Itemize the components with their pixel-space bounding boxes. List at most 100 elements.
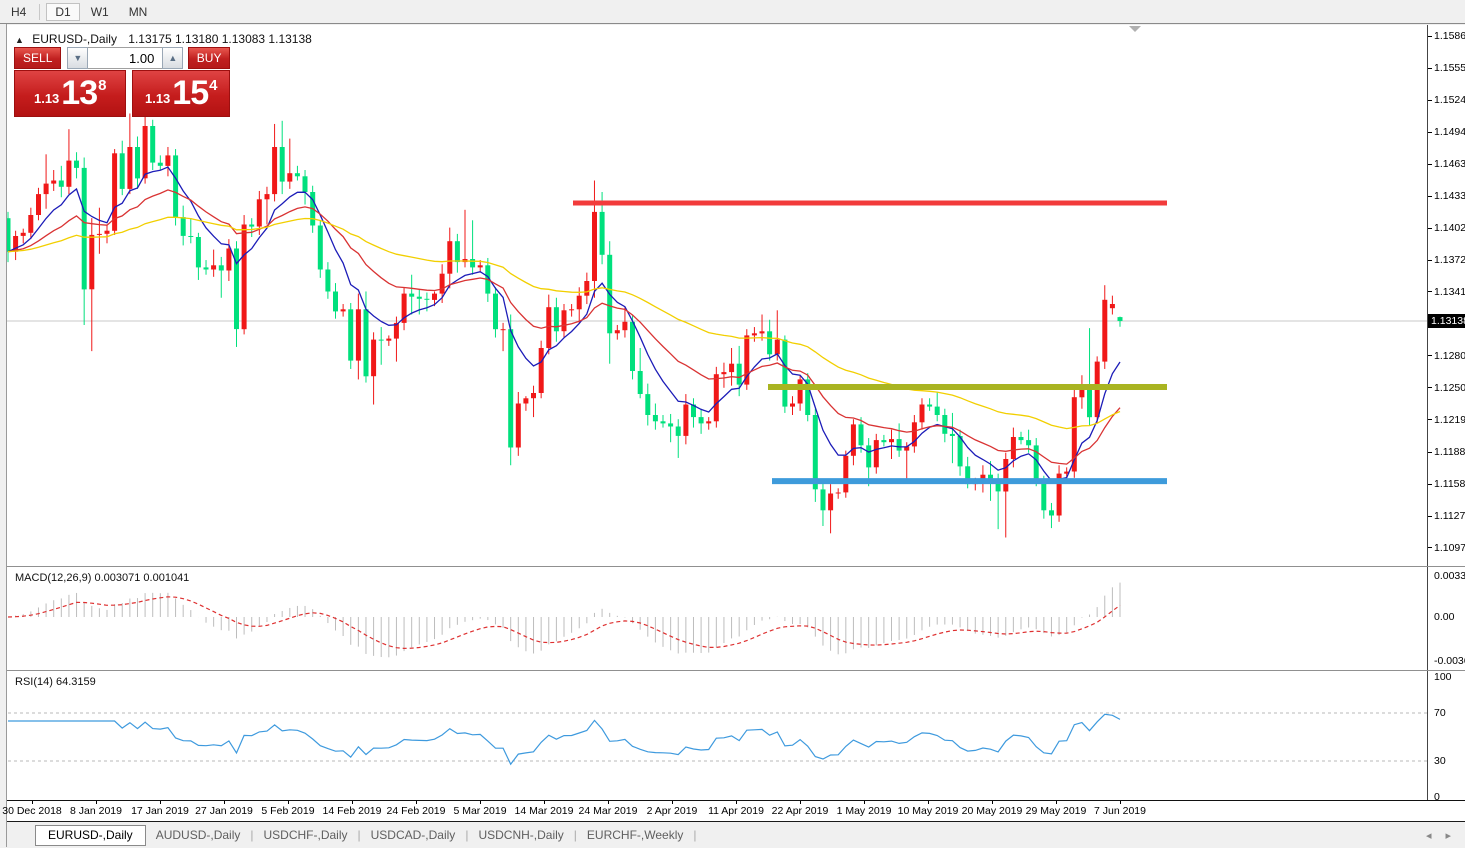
macd-indicator-pane[interactable]: MACD(12,26,9) 0.003071 0.001041 0.003392… [7,567,1465,671]
chart-shift-marker-icon [1129,26,1141,32]
date-axis-tick [864,801,865,804]
date-axis-label: 17 Jan 2019 [131,805,189,817]
date-axis-label: 14 Mar 2019 [515,805,574,817]
date-axis-label: 27 Jan 2019 [195,805,253,817]
chart-tab[interactable]: USDCAD-,Daily [361,828,466,842]
timeframe-button-d1[interactable]: D1 [46,3,79,21]
tab-separator: | [693,828,696,842]
price-axis-tick [1428,419,1432,420]
rsi-axis-label: 70 [1434,707,1446,719]
price-axis-tick [1428,68,1432,69]
sell-price-pips: 13 [61,74,97,113]
price-axis-tick [1428,484,1432,485]
price-axis-tick [1428,132,1432,133]
date-axis-label: 7 Jun 2019 [1094,805,1146,817]
price-axis-tick [1428,452,1432,453]
rsi-axis: 10070300 [1428,671,1465,800]
timeframe-button-h4[interactable]: H4 [2,3,35,21]
timeframe-button-w1[interactable]: W1 [82,3,118,21]
date-axis-label: 24 Mar 2019 [579,805,638,817]
date-axis[interactable]: 30 Dec 20188 Jan 201917 Jan 201927 Jan 2… [7,800,1465,822]
chart-tab[interactable]: USDCHF-,Daily [254,828,358,842]
chart-window: ▲ EURUSD-,Daily 1.13175 1.13180 1.13083 … [7,25,1465,847]
tab-scroll-left-icon[interactable]: ◂ [1426,829,1432,842]
date-axis-tick [480,801,481,804]
date-axis-label: 24 Feb 2019 [387,805,446,817]
chart-tab[interactable]: USDCNH-,Daily [468,828,573,842]
rsi-indicator-pane[interactable]: RSI(14) 64.3159 10070300 [7,671,1465,800]
macd-axis-label: 0.00 [1434,611,1454,623]
date-axis-tick [672,801,673,804]
price-axis-label: 1.11275 [1434,510,1465,522]
rsi-axis-label: 100 [1434,671,1452,683]
price-axis-label: 1.12195 [1434,414,1465,426]
price-chart-pane[interactable]: ▲ EURUSD-,Daily 1.13175 1.13180 1.13083 … [7,25,1465,567]
chart-tab[interactable]: AUDUSD-,Daily [146,828,251,842]
date-axis-tick [608,801,609,804]
price-axis[interactable]: 1.13138 1.158601.155501.152451.149401.14… [1428,25,1465,566]
date-axis-label: 5 Feb 2019 [261,805,314,817]
price-axis-label: 1.14330 [1434,190,1465,202]
date-axis-label: 30 Dec 2018 [2,805,62,817]
chart-ohlc-values: 1.13175 1.13180 1.13083 1.13138 [128,32,312,46]
date-axis-tick [928,801,929,804]
chart-tab[interactable]: EURCHF-,Weekly [577,828,693,842]
chart-tab-active[interactable]: EURUSD-,Daily [35,825,146,846]
sell-price-big-figure: 1.13 [34,91,59,106]
price-axis-label: 1.14940 [1434,126,1465,138]
chart-symbol-label: EURUSD-,Daily [32,32,117,46]
date-axis-tick [1120,801,1121,804]
price-axis-tick [1428,355,1432,356]
price-axis-tick [1428,196,1432,197]
price-axis-tick [1428,228,1432,229]
rsi-canvas[interactable] [7,671,1427,800]
date-axis-label: 29 May 2019 [1026,805,1087,817]
date-axis-tick [96,801,97,804]
macd-axis-label: 0.003392 [1434,570,1465,582]
left-gutter [0,24,7,847]
collapse-panel-icon[interactable]: ▲ [15,35,24,45]
sell-button[interactable]: SELL [14,47,61,69]
macd-canvas[interactable] [7,567,1427,670]
buy-price-big-figure: 1.13 [145,91,170,106]
timeframe-button-mn[interactable]: MN [120,3,157,21]
price-axis-label: 1.12805 [1434,350,1465,362]
macd-axis: 0.0033920.00-0.003664 [1428,567,1465,670]
price-axis-tick [1428,100,1432,101]
price-axis-tick [1428,260,1432,261]
volume-input[interactable] [88,47,162,69]
sell-price-display[interactable]: 1.13 13 8 [14,70,126,117]
buy-price-pips: 15 [172,74,208,113]
one-click-trade-panel: SELL ▼ ▲ BUY 1.13 13 8 1.13 15 4 [14,47,230,117]
buy-button[interactable]: BUY [188,47,230,69]
current-price-tag: 1.13138 [1428,314,1465,328]
date-axis-label: 10 May 2019 [898,805,959,817]
chart-tab-bar: EURUSD-,DailyAUDUSD-,Daily | USDCHF-,Daily… [7,821,1465,848]
price-axis-label: 1.11885 [1434,446,1465,458]
price-axis-label: 1.15860 [1434,30,1465,42]
buy-price-display[interactable]: 1.13 15 4 [132,70,230,117]
buy-price-fraction: 4 [209,77,217,94]
tab-scroll-right-icon[interactable]: ▸ [1445,829,1451,842]
price-axis-label: 1.13415 [1434,286,1465,298]
date-axis-tick [288,801,289,804]
price-axis-label: 1.13720 [1434,254,1465,266]
date-axis-tick [32,801,33,804]
price-axis-tick [1428,547,1432,548]
date-axis-tick [224,801,225,804]
date-axis-tick [160,801,161,804]
price-axis-tick [1428,516,1432,517]
rsi-label: RSI(14) 64.3159 [15,676,96,688]
date-axis-label: 11 Apr 2019 [708,805,764,817]
price-axis-label: 1.15245 [1434,94,1465,106]
price-axis-tick [1428,387,1432,388]
date-axis-label: 22 Apr 2019 [772,805,829,817]
rsi-axis-label: 30 [1434,755,1446,767]
date-axis-label: 1 May 2019 [837,805,892,817]
volume-decrease-button[interactable]: ▼ [67,47,88,69]
date-axis-tick [736,801,737,804]
volume-increase-button[interactable]: ▲ [162,47,183,69]
date-axis-label: 2 Apr 2019 [647,805,698,817]
price-axis-tick [1428,36,1432,37]
date-axis-tick [1056,801,1057,804]
